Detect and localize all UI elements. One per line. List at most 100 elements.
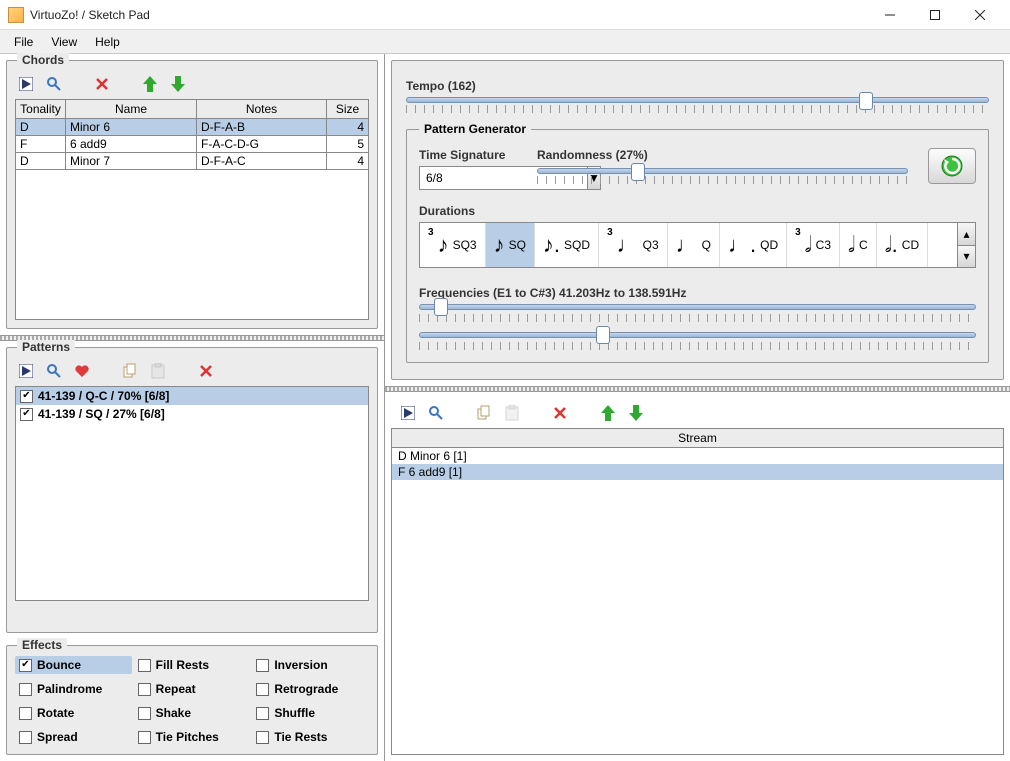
freq-low-slider[interactable]: [419, 304, 976, 310]
col-name[interactable]: Name: [66, 100, 197, 119]
checkbox[interactable]: ✔: [19, 659, 32, 672]
effect-palindrome[interactable]: Palindrome: [15, 680, 132, 698]
duration-qd[interactable]: ♩.QD: [720, 223, 787, 267]
effect-rotate[interactable]: Rotate: [15, 704, 132, 722]
list-item[interactable]: ✔41-139 / Q-C / 70% [6/8]: [16, 387, 368, 405]
favorite-icon[interactable]: [73, 362, 91, 380]
checkbox[interactable]: [138, 683, 151, 696]
stream-row[interactable]: D Minor 6 [1]: [392, 448, 1003, 464]
copy-icon[interactable]: [475, 404, 493, 422]
checkbox[interactable]: [19, 707, 32, 720]
effect-shake[interactable]: Shake: [134, 704, 251, 722]
table-row[interactable]: F6 add9F-A-C-D-G5: [16, 136, 369, 153]
move-up-icon[interactable]: [599, 404, 617, 422]
tempo-thumb[interactable]: [859, 92, 873, 110]
menu-help[interactable]: Help: [87, 32, 128, 52]
stream-table[interactable]: Stream D Minor 6 [1]F 6 add9 [1]: [391, 428, 1004, 755]
effect-label: Repeat: [156, 682, 196, 696]
chords-table[interactable]: Tonality Name Notes Size DMinor 6D-F-A-B…: [15, 99, 369, 170]
table-row[interactable]: DMinor 6D-F-A-B4: [16, 119, 369, 136]
patterns-toolbar: [15, 358, 369, 386]
duration-q3[interactable]: 3♩Q3: [599, 223, 668, 267]
effect-bounce[interactable]: ✔ Bounce: [15, 656, 132, 674]
randomness-slider[interactable]: [537, 168, 908, 174]
horizontal-splitter-right[interactable]: [385, 386, 1010, 392]
delete-icon[interactable]: [551, 404, 569, 422]
freq-ticks-1: [419, 314, 976, 322]
checkbox[interactable]: [256, 683, 269, 696]
copy-icon[interactable]: [121, 362, 139, 380]
freq-high-slider[interactable]: [419, 332, 976, 338]
effect-fill-rests[interactable]: Fill Rests: [134, 656, 251, 674]
spinner-up-icon[interactable]: ▴: [958, 223, 975, 246]
play-icon[interactable]: [17, 362, 35, 380]
search-icon[interactable]: [45, 75, 63, 93]
checkbox[interactable]: [256, 707, 269, 720]
play-icon[interactable]: [399, 404, 417, 422]
play-icon[interactable]: [17, 75, 35, 93]
stream-row[interactable]: F 6 add9 [1]: [392, 464, 1003, 480]
effect-tie-pitches[interactable]: Tie Pitches: [134, 728, 251, 746]
search-icon[interactable]: [427, 404, 445, 422]
minimize-button[interactable]: [867, 1, 912, 29]
delete-icon[interactable]: [93, 75, 111, 93]
freq-high-thumb[interactable]: [596, 326, 610, 344]
checkbox[interactable]: ✔: [20, 408, 33, 421]
effect-label: Inversion: [274, 658, 327, 672]
list-item[interactable]: ✔41-139 / SQ / 27% [6/8]: [16, 405, 368, 423]
stream-header[interactable]: Stream: [392, 429, 1003, 448]
duration-q[interactable]: ♩Q: [668, 223, 720, 267]
move-down-icon[interactable]: [627, 404, 645, 422]
effect-label: Bounce: [37, 658, 81, 672]
checkbox[interactable]: [138, 659, 151, 672]
checkbox[interactable]: [138, 731, 151, 744]
effect-spread[interactable]: Spread: [15, 728, 132, 746]
effect-retrograde[interactable]: Retrograde: [252, 680, 369, 698]
col-tonality[interactable]: Tonality: [16, 100, 66, 119]
effect-repeat[interactable]: Repeat: [134, 680, 251, 698]
paste-icon[interactable]: [503, 404, 521, 422]
duration-c3[interactable]: 3𝅗𝅥C3: [787, 223, 840, 267]
effect-tie-rests[interactable]: Tie Rests: [252, 728, 369, 746]
generate-button[interactable]: [928, 148, 976, 184]
delete-icon[interactable]: [197, 362, 215, 380]
duration-sq[interactable]: ♪SQ: [486, 223, 535, 267]
effect-inversion[interactable]: Inversion: [252, 656, 369, 674]
duration-sq3[interactable]: 3♪SQ3: [420, 223, 486, 267]
close-button[interactable]: [957, 1, 1002, 29]
paste-icon[interactable]: [149, 362, 167, 380]
duration-spinner[interactable]: ▴ ▾: [957, 223, 975, 267]
duration-c[interactable]: 𝅗𝅥C: [840, 223, 877, 267]
checkbox[interactable]: [19, 731, 32, 744]
search-icon[interactable]: [45, 362, 63, 380]
col-size[interactable]: Size: [327, 100, 369, 119]
spinner-down-icon[interactable]: ▾: [958, 246, 975, 268]
freq-low-thumb[interactable]: [434, 298, 448, 316]
patterns-list[interactable]: ✔41-139 / Q-C / 70% [6/8]✔41-139 / SQ / …: [15, 386, 369, 601]
duration-sqd[interactable]: ♪.SQD: [535, 223, 599, 267]
move-up-icon[interactable]: [141, 75, 159, 93]
table-row[interactable]: DMinor 7D-F-A-C4: [16, 153, 369, 170]
effect-shuffle[interactable]: Shuffle: [252, 704, 369, 722]
randomness-thumb[interactable]: [631, 163, 645, 181]
menu-view[interactable]: View: [43, 32, 85, 52]
maximize-button[interactable]: [912, 1, 957, 29]
frequencies-label: Frequencies (E1 to C#3) 41.203Hz to 138.…: [419, 286, 976, 300]
checkbox[interactable]: [19, 683, 32, 696]
app-icon: [8, 7, 24, 23]
move-down-icon[interactable]: [169, 75, 187, 93]
note-icon: ♪.: [543, 232, 560, 258]
time-signature-combo[interactable]: ▼: [419, 166, 517, 190]
checkbox[interactable]: [256, 659, 269, 672]
duration-cd[interactable]: 𝅗𝅥.CD: [877, 223, 928, 267]
checkbox[interactable]: [138, 707, 151, 720]
stream-panel: Stream D Minor 6 [1]F 6 add9 [1]: [391, 398, 1004, 755]
menu-file[interactable]: File: [6, 32, 41, 52]
col-notes[interactable]: Notes: [197, 100, 327, 119]
checkbox[interactable]: [256, 731, 269, 744]
chords-table-empty-area[interactable]: [15, 170, 369, 320]
time-signature-label: Time Signature: [419, 148, 517, 162]
duration-code: CD: [902, 238, 919, 252]
checkbox[interactable]: ✔: [20, 390, 33, 403]
tempo-slider[interactable]: [406, 97, 989, 103]
